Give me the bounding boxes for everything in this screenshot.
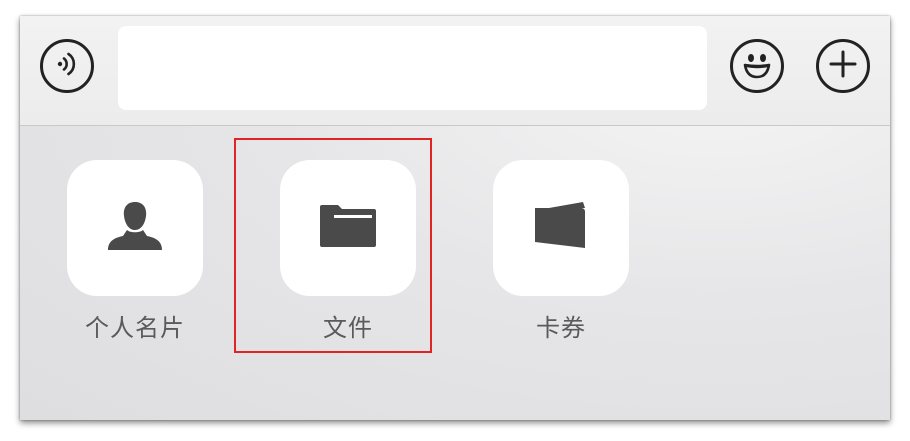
tile-card [280, 160, 416, 296]
voice-input-icon [52, 49, 82, 83]
person-icon [105, 196, 165, 260]
attachment-item-file[interactable]: 文件 [280, 160, 416, 350]
attachment-item-card-coupon[interactable]: 卡券 [493, 160, 629, 350]
card-wallet-icon [531, 198, 591, 258]
chat-toolbar [20, 16, 890, 126]
tile-card [493, 160, 629, 296]
smiley-face-icon [737, 44, 777, 88]
attachment-item-contact-card[interactable]: 个人名片 [67, 160, 203, 350]
plus-icon [827, 48, 859, 84]
voice-button[interactable] [40, 39, 94, 93]
folder-icon [318, 201, 378, 255]
attachment-item-label: 个人名片 [85, 314, 185, 342]
more-button[interactable] [816, 39, 870, 93]
tile-card [67, 160, 203, 296]
emoji-button[interactable] [730, 39, 784, 93]
attachment-item-label: 文件 [323, 314, 373, 342]
attachment-item-label: 卡券 [536, 314, 586, 342]
message-input[interactable] [118, 26, 707, 110]
chat-input-panel: 个人名片 文件 卡券 [20, 16, 890, 420]
